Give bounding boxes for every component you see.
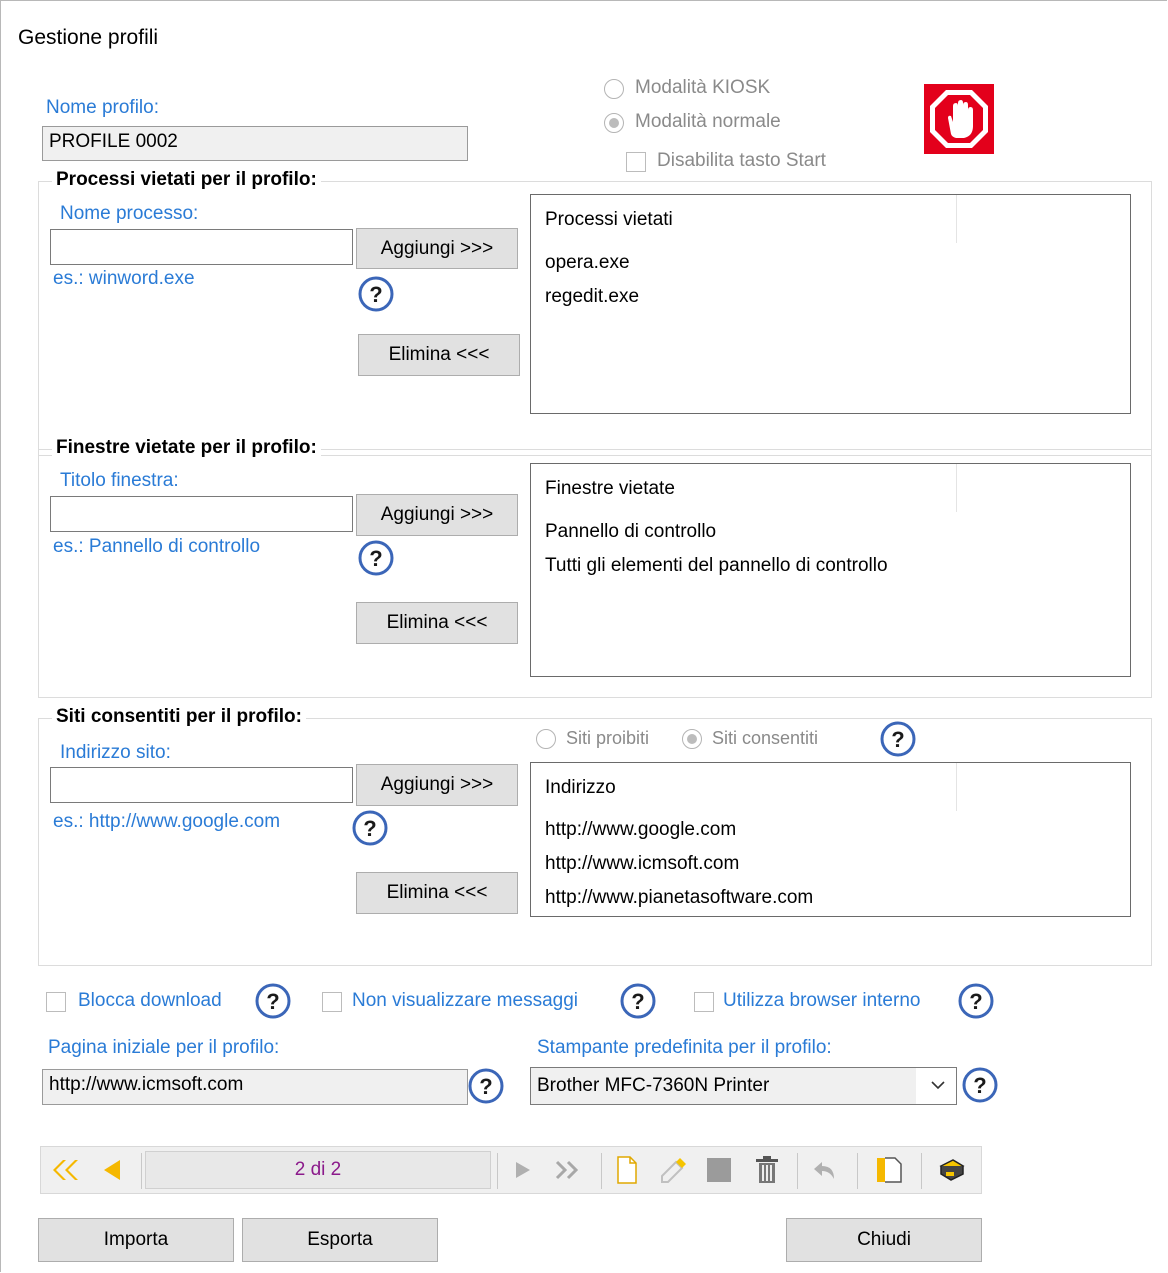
next-record-icon[interactable] (505, 1147, 541, 1193)
add-site-button[interactable]: Aggiungi >>> (356, 764, 518, 806)
svg-text:?: ? (631, 989, 644, 1014)
save-record-icon[interactable] (701, 1147, 737, 1193)
normal-mode-label: Modalità normale (635, 111, 781, 132)
windows-list-header[interactable]: Finestre vietate (545, 478, 675, 500)
add-process-button[interactable]: Aggiungi >>> (356, 228, 518, 269)
profile-name-label: Nome profilo: (46, 97, 159, 118)
edit-record-icon[interactable] (655, 1147, 691, 1193)
svg-text:?: ? (369, 546, 382, 571)
svg-text:?: ? (266, 989, 279, 1014)
record-position-text: 2 di 2 (294, 1159, 342, 1180)
print-icon[interactable] (931, 1147, 971, 1193)
windows-group-title: Finestre vietate per il profilo: (52, 437, 321, 459)
list-item[interactable]: opera.exe (545, 252, 630, 274)
profile-name-field[interactable]: PROFILE 0002 (42, 126, 468, 161)
block-download-label: Blocca download (78, 990, 222, 1011)
window-title-label: Titolo finestra: (60, 470, 179, 491)
svg-text:?: ? (973, 1073, 986, 1098)
window-title-input[interactable] (50, 496, 353, 532)
sites-list-header[interactable]: Indirizzo (545, 777, 616, 799)
process-name-label: Nome processo: (60, 203, 199, 224)
normal-mode-radio[interactable] (604, 113, 624, 133)
printer-label: Stampante predefinita per il profilo: (537, 1037, 832, 1058)
processes-list-header[interactable]: Processi vietati (545, 209, 673, 231)
internal-browser-label: Utilizza browser interno (723, 990, 921, 1011)
process-example: es.: winword.exe (53, 268, 195, 289)
remove-process-button[interactable]: Elimina <<< (358, 334, 520, 376)
sites-allowed-radio[interactable] (682, 729, 702, 749)
homepage-field[interactable]: http://www.icmsoft.com (42, 1069, 468, 1105)
svg-text:?: ? (969, 989, 982, 1014)
record-position: 2 di 2 (145, 1151, 491, 1189)
windows-list[interactable]: Finestre vietate Pannello di controllo T… (530, 463, 1131, 677)
import-button[interactable]: Importa (38, 1218, 234, 1262)
help-icon[interactable]: ? (358, 276, 394, 312)
export-button[interactable]: Esporta (242, 1218, 438, 1262)
stop-hand-icon (924, 84, 994, 154)
svg-text:?: ? (363, 816, 376, 841)
svg-text:?: ? (369, 282, 382, 307)
window-example: es.: Pannello di controllo (53, 536, 261, 557)
block-download-checkbox[interactable] (46, 992, 66, 1012)
svg-text:?: ? (479, 1074, 492, 1099)
site-address-input[interactable] (50, 767, 353, 803)
help-icon[interactable]: ? (962, 1067, 998, 1103)
list-item[interactable]: Tutti gli elementi del pannello di contr… (545, 555, 888, 577)
list-item[interactable]: http://www.icmsoft.com (545, 853, 739, 875)
folder-icon[interactable] (867, 1147, 911, 1193)
sites-allowed-label: Siti consentiti (712, 728, 819, 748)
no-messages-label: Non visualizzare messaggi (352, 990, 578, 1011)
previous-record-icon[interactable] (93, 1147, 129, 1193)
processes-list[interactable]: Processi vietati opera.exe regedit.exe (530, 194, 1131, 414)
printer-select[interactable]: Brother MFC-7360N Printer (530, 1067, 957, 1105)
help-icon[interactable]: ? (880, 721, 916, 757)
sites-forbidden-radio[interactable] (536, 729, 556, 749)
kiosk-mode-label: Modalità KIOSK (635, 77, 771, 98)
list-item[interactable]: http://www.google.com (545, 819, 736, 841)
help-icon[interactable]: ? (352, 810, 388, 846)
no-messages-checkbox[interactable] (322, 992, 342, 1012)
sites-list[interactable]: Indirizzo http://www.google.com http://w… (530, 762, 1131, 917)
sites-group-title: Siti consentiti per il profilo: (52, 706, 306, 728)
printer-select-value: Brother MFC-7360N Printer (537, 1075, 770, 1096)
last-record-icon[interactable] (545, 1147, 589, 1193)
window-title: Gestione profili (18, 26, 159, 49)
help-icon[interactable]: ? (468, 1068, 504, 1104)
add-window-button[interactable]: Aggiungi >>> (356, 494, 518, 536)
kiosk-mode-radio[interactable] (604, 79, 624, 99)
disable-start-label: Disabilita tasto Start (657, 150, 826, 171)
trash-icon[interactable] (747, 1147, 787, 1193)
record-navigator: 2 di 2 (40, 1146, 982, 1194)
process-name-input[interactable] (50, 229, 353, 265)
chevron-down-icon (929, 1076, 947, 1099)
processes-group-title: Processi vietati per il profilo: (52, 169, 321, 191)
help-icon[interactable]: ? (255, 983, 291, 1019)
help-icon[interactable]: ? (620, 983, 656, 1019)
homepage-label: Pagina iniziale per il profilo: (48, 1037, 280, 1058)
new-record-icon[interactable] (609, 1147, 645, 1193)
help-icon[interactable]: ? (358, 540, 394, 576)
remove-window-button[interactable]: Elimina <<< (356, 602, 518, 644)
help-icon[interactable]: ? (958, 983, 994, 1019)
first-record-icon[interactable] (45, 1147, 85, 1193)
undo-icon[interactable] (805, 1147, 845, 1193)
site-address-label: Indirizzo sito: (60, 742, 171, 763)
sites-forbidden-label: Siti proibiti (566, 728, 650, 748)
svg-text:?: ? (891, 727, 904, 752)
list-item[interactable]: http://www.pianetasoftware.com (545, 887, 813, 909)
remove-site-button[interactable]: Elimina <<< (356, 872, 518, 914)
list-item[interactable]: regedit.exe (545, 286, 639, 308)
internal-browser-checkbox[interactable] (694, 992, 714, 1012)
site-example: es.: http://www.google.com (53, 811, 281, 832)
close-button[interactable]: Chiudi (786, 1218, 982, 1262)
list-item[interactable]: Pannello di controllo (545, 521, 716, 543)
disable-start-checkbox[interactable] (626, 152, 646, 172)
